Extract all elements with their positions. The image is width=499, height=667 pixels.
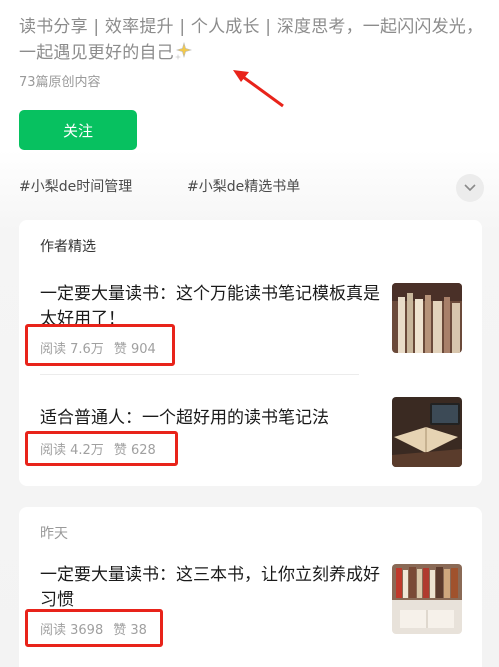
follow-button[interactable]: 关注	[19, 110, 137, 150]
annotation-highlight-box	[25, 324, 175, 366]
tag-book-list[interactable]: #小梨de精选书单	[187, 176, 300, 196]
article-thumbnail[interactable]	[392, 397, 462, 467]
tag-bar: #小梨de时间管理 #小梨de精选书单	[19, 174, 485, 202]
annotation-highlight-box	[25, 431, 178, 466]
article-thumbnail[interactable]	[392, 564, 462, 634]
section-title: 昨天	[40, 526, 68, 542]
profile-header: 读书分享 | 效率提升 | 个人成长 | 深度思考，一起闪闪发光，一起遇见更好的…	[19, 14, 489, 66]
sparkles-icon	[174, 41, 192, 60]
article-thumbnail[interactable]	[392, 283, 462, 353]
chevron-down-icon	[464, 184, 476, 192]
profile-bio: 读书分享 | 效率提升 | 个人成长 | 深度思考，一起闪闪发光，一起遇见更好的…	[19, 17, 484, 63]
section-title: 作者精选	[40, 239, 96, 255]
article-title[interactable]: 一定要大量读书：这三本书，让你立刻养成好习惯	[40, 563, 380, 613]
annotation-arrow-icon	[233, 70, 284, 108]
tag-time-management[interactable]: #小梨de时间管理	[19, 176, 132, 196]
item-divider	[40, 374, 359, 375]
article-title[interactable]: 适合普通人：一个超好用的读书笔记法	[40, 406, 380, 431]
article-count: 73篇原创内容	[19, 75, 101, 90]
annotation-highlight-box	[25, 609, 163, 647]
expand-tags-button[interactable]	[456, 174, 484, 202]
